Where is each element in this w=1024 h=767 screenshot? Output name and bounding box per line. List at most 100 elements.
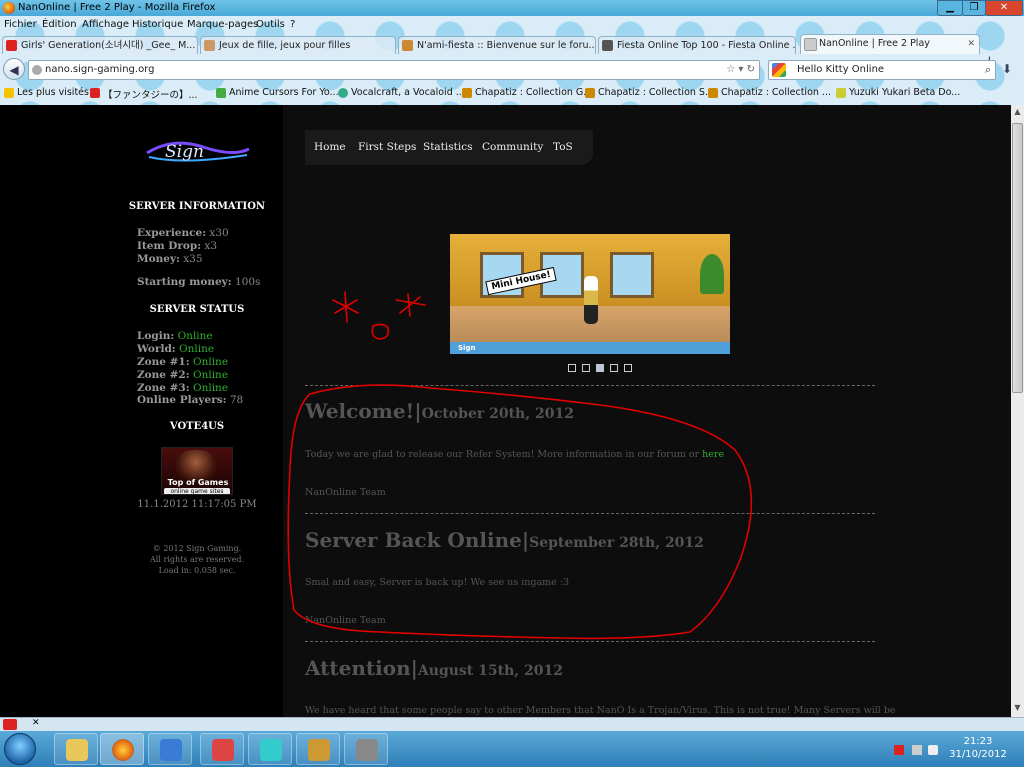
- url-controls[interactable]: ☆ ▾ ↻: [726, 61, 755, 79]
- site-logo[interactable]: Sign: [143, 135, 253, 171]
- url-bar[interactable]: nano.sign-gaming.org ☆ ▾ ↻: [28, 60, 760, 80]
- youtube-icon: [6, 40, 17, 51]
- starting-money: Starting money: 100s: [137, 276, 261, 288]
- tab-label: Jeux de fille, jeux pour filles: [219, 40, 351, 51]
- server-info-heading: SERVER INFORMATION: [128, 201, 266, 212]
- menu-file[interactable]: Fichier: [4, 19, 37, 30]
- slideshow-image[interactable]: Mini House! Sign: [450, 234, 730, 354]
- vote-banner-title: Top of Games: [167, 478, 229, 487]
- tab-label: NanOnline | Free 2 Play: [819, 38, 930, 49]
- window-title-bar: NanOnline | Free 2 Play - Mozilla Firefo…: [0, 0, 1024, 16]
- network-icon[interactable]: [912, 745, 922, 755]
- taskbar-clock[interactable]: 21:23 31/10/2012: [940, 735, 1016, 761]
- forum-icon: [402, 40, 413, 51]
- tab-label: Fiesta Online Top 100 - Fiesta Online ..…: [617, 40, 796, 51]
- bookmark-yuzuki[interactable]: Yuzuki Yukari Beta Do...: [836, 87, 960, 98]
- news-title-server-back: Server Back Online|September 28th, 2012: [305, 528, 704, 552]
- bookmark-label: Chapatiz : Collection S...: [598, 87, 715, 98]
- slider-dot-4[interactable]: [610, 364, 618, 372]
- taskbar-app-5[interactable]: [248, 733, 292, 765]
- browser-chrome: Fichier Édition Affichage Historique Mar…: [0, 16, 1024, 105]
- web-page: Sign SERVER INFORMATION Experience: x30 …: [0, 105, 1011, 717]
- windows-taskbar: 21:23 31/10/2012: [0, 731, 1024, 767]
- bookmark-icon: [836, 88, 846, 98]
- rate-money: Money: x35: [137, 253, 203, 265]
- rate-experience: Experience: x30: [137, 227, 229, 239]
- nav-community[interactable]: Community: [482, 141, 543, 153]
- menu-tools[interactable]: Outils: [256, 19, 285, 30]
- tab-jeux-de-fille[interactable]: Jeux de fille, jeux pour filles: [200, 36, 396, 54]
- close-addon-bar-icon[interactable]: ✕: [32, 718, 40, 728]
- taskbar-app-6[interactable]: [296, 733, 340, 765]
- slider-dot-5[interactable]: [624, 364, 632, 372]
- back-button[interactable]: ◀: [3, 58, 25, 80]
- taskbar-app-4[interactable]: [200, 733, 244, 765]
- site-navigation: Home First Steps Statistics Community To…: [305, 130, 593, 165]
- logo-text: Sign: [165, 142, 204, 162]
- slider-dot-1[interactable]: [568, 364, 576, 372]
- firefox-icon: [3, 2, 15, 14]
- abp-icon[interactable]: [3, 719, 17, 730]
- addon-bar: ✕: [0, 717, 1024, 732]
- taskbar-app-7[interactable]: [344, 733, 388, 765]
- page-scrollbar[interactable]: ▲ ▼: [1011, 105, 1024, 717]
- nav-home[interactable]: Home: [314, 141, 346, 153]
- menu-history[interactable]: Historique: [132, 19, 183, 30]
- flag-icon[interactable]: [894, 745, 904, 755]
- tab-girls-generation[interactable]: Girls' Generation(소녀시대) _Gee_ M...: [2, 36, 198, 54]
- vote-banner-subtitle: online game sites: [164, 488, 230, 494]
- globe-icon: [32, 65, 42, 75]
- tab-nami-fiesta[interactable]: N'ami-fiesta :: Bienvenue sur le foru...: [398, 36, 596, 54]
- menu-edit[interactable]: Édition: [42, 19, 77, 30]
- globe-icon: [338, 88, 348, 98]
- folder-icon: [66, 739, 88, 761]
- search-bar[interactable]: Hello Kitty Online ⌕: [768, 60, 996, 80]
- bookmark-vocalcraft[interactable]: Vocalcraft, a Vocaloid ...: [338, 87, 465, 98]
- slider-dot-3[interactable]: [596, 364, 604, 372]
- tab-fiesta-top100[interactable]: Fiesta Online Top 100 - Fiesta Online ..…: [598, 36, 796, 54]
- start-button[interactable]: [4, 733, 36, 765]
- url-text: nano.sign-gaming.org: [45, 64, 155, 75]
- news-body-server-back: Smal and easy, Server is back up! We see…: [305, 577, 570, 588]
- minimize-button[interactable]: ▁: [937, 0, 963, 16]
- scroll-down-icon[interactable]: ▼: [1011, 703, 1024, 717]
- news-body-attention: We have heard that some people say to ot…: [305, 705, 896, 716]
- vote-banner[interactable]: Top of Games online game sites: [161, 447, 233, 495]
- app-icon: [212, 739, 234, 761]
- app-icon: [356, 739, 378, 761]
- close-tab-icon[interactable]: ✕: [967, 35, 975, 53]
- bookmark-chapatiz-g[interactable]: Chapatiz : Collection G...: [462, 87, 592, 98]
- bookmark-chapatiz[interactable]: Chapatiz : Collection ...: [708, 87, 831, 98]
- news-title-welcome: Welcome!|October 20th, 2012: [305, 399, 574, 423]
- taskbar-app-3[interactable]: [148, 733, 192, 765]
- tab-nanonline[interactable]: NanOnline | Free 2 Play ✕: [800, 34, 980, 54]
- bookmark-1[interactable]: 【ファンタジーの】...: [90, 87, 198, 101]
- status-world: World: Online: [137, 343, 215, 355]
- scrollbar-thumb[interactable]: [1012, 123, 1023, 393]
- taskbar-explorer[interactable]: [54, 733, 98, 765]
- search-icon[interactable]: ⌕: [985, 61, 991, 79]
- slider-dot-2[interactable]: [582, 364, 590, 372]
- crown-icon: [462, 88, 472, 98]
- taskbar-firefox[interactable]: [100, 733, 144, 765]
- menu-help[interactable]: ?: [290, 19, 295, 30]
- bookmark-most-visited[interactable]: Les plus visités: [4, 87, 89, 98]
- nav-statistics[interactable]: Statistics: [423, 141, 473, 153]
- scroll-up-icon[interactable]: ▲: [1011, 107, 1024, 121]
- vote-banner-image: [176, 450, 216, 480]
- bookmark-anime-cursors[interactable]: Anime Cursors For Yo...: [216, 87, 339, 98]
- menu-view[interactable]: Affichage: [82, 19, 129, 30]
- nav-first-steps[interactable]: First Steps: [358, 141, 416, 153]
- crown-icon: [708, 88, 718, 98]
- maximize-button[interactable]: ❐: [962, 0, 986, 16]
- server-datetime: 11.1.2012 11:17:05 PM: [137, 499, 257, 510]
- window-title: NanOnline | Free 2 Play - Mozilla Firefo…: [18, 2, 216, 13]
- menu-bookmarks[interactable]: Marque-pages: [187, 19, 258, 30]
- volume-icon[interactable]: [928, 745, 938, 755]
- here-link[interactable]: here: [702, 449, 724, 460]
- download-icon[interactable]: ⬇: [1002, 62, 1018, 78]
- close-button[interactable]: ✕: [985, 0, 1023, 16]
- nav-tos[interactable]: ToS: [553, 141, 573, 153]
- bookmark-chapatiz-s[interactable]: Chapatiz : Collection S...: [585, 87, 714, 98]
- online-players: Online Players: 78: [137, 394, 244, 406]
